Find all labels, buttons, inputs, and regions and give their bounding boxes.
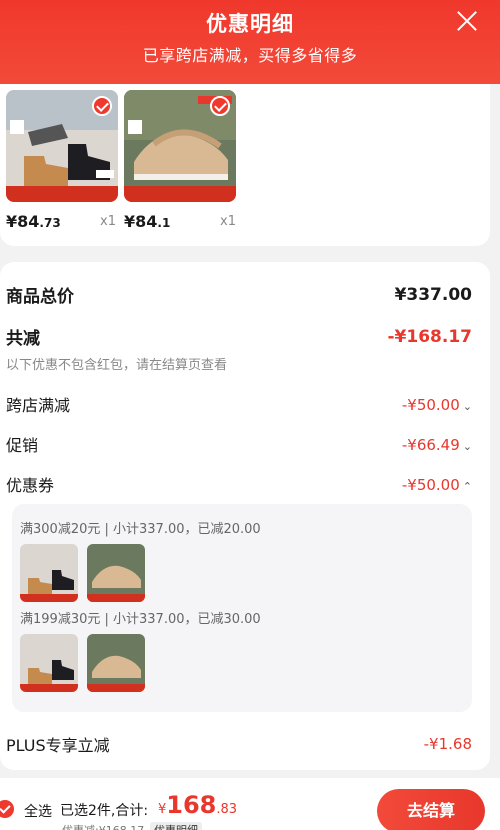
page-subtitle: 已享跨店满减，买得多省得多 — [142, 46, 358, 65]
plus-value: -¥1.68 — [423, 735, 472, 753]
product-price: ¥84.1 — [124, 212, 171, 231]
promo-value: -¥66.49 — [401, 435, 460, 454]
checkout-button[interactable]: 去结算 — [377, 789, 485, 830]
goods-total-value: ¥337.00 — [394, 284, 472, 305]
product-qty: x1 — [100, 214, 116, 229]
product-list: ¥84.73 x1 ¥84.1 x1 — [0, 84, 490, 246]
cross-store-label: 跨店满减 — [6, 396, 71, 415]
plus-row: PLUS专享立减 -¥1.68 — [6, 732, 472, 756]
selected-check-icon[interactable] — [92, 96, 112, 116]
product-item[interactable]: ¥84.1 x1 — [124, 90, 236, 231]
snow-boots-thumbnail — [20, 634, 78, 692]
bottom-bar: 全选 已选2件,合计: ¥168.83 优惠减:¥168.17 优惠明细 去结算 — [0, 778, 500, 830]
discount-amount: 优惠减:¥168.17 — [62, 822, 144, 830]
header: 优惠明细 已享跨店满减，买得多省得多 — [0, 0, 500, 84]
coupon-label: 优惠券 — [6, 476, 55, 495]
promo-row[interactable]: 促销 -¥66.49 ⌄ — [6, 432, 472, 456]
cross-store-value: -¥50.00 — [401, 395, 460, 414]
select-all-label[interactable]: 全选 — [24, 801, 52, 821]
coupon-details: 满300减20元 | 小计337.00，已减20.00 满199减30元 | 小… — [12, 504, 472, 712]
cross-store-row[interactable]: 跨店满减 -¥50.00 ⌄ — [6, 392, 472, 416]
product-price: ¥84.73 — [6, 212, 61, 231]
goods-total-label: 商品总价 — [6, 287, 74, 307]
product-qty: x1 — [220, 214, 236, 229]
selected-summary: 已选2件,合计: — [60, 803, 149, 819]
discount-detail-button[interactable]: 优惠明细 — [150, 822, 202, 830]
total-price: ¥168.83 — [158, 791, 238, 819]
sneakers-image — [124, 90, 236, 202]
chevron-up-icon[interactable]: ⌃ — [463, 480, 472, 493]
promo-label: 促销 — [6, 436, 39, 455]
total-discount-label: 共减 — [6, 329, 40, 349]
page-title: 优惠明细 — [206, 12, 294, 36]
product-item[interactable]: ¥84.73 x1 — [6, 90, 118, 231]
plus-label: PLUS专享立减 — [6, 736, 110, 755]
close-icon[interactable] — [454, 8, 480, 34]
chevron-down-icon[interactable]: ⌄ — [463, 400, 472, 413]
coupon-row[interactable]: 优惠券 -¥50.00 ⌃ — [6, 472, 472, 496]
chevron-down-icon[interactable]: ⌄ — [463, 440, 472, 453]
snow-boots-thumbnail — [20, 544, 78, 602]
select-all-check-icon[interactable] — [0, 800, 14, 818]
total-discount-value: -¥168.17 — [387, 326, 473, 347]
goods-total-row: 商品总价 ¥337.00 — [6, 282, 472, 308]
snow-boots-image — [6, 90, 118, 202]
coupon-value: -¥50.00 — [401, 475, 460, 494]
selected-check-icon[interactable] — [210, 96, 230, 116]
discount-note: 以下优惠不包含红包，请在结算页查看 — [6, 358, 228, 373]
coupon-line: 满300减20元 | 小计337.00，已减20.00 — [20, 522, 261, 537]
total-discount-row: 共减 -¥168.17 — [6, 324, 473, 350]
sneakers-thumbnail — [87, 634, 145, 692]
discount-summary: 商品总价 ¥337.00 共减 -¥168.17 以下优惠不包含红包，请在结算页… — [0, 262, 490, 770]
coupon-line: 满199减30元 | 小计337.00，已减30.00 — [20, 612, 261, 627]
sneakers-thumbnail — [87, 544, 145, 602]
